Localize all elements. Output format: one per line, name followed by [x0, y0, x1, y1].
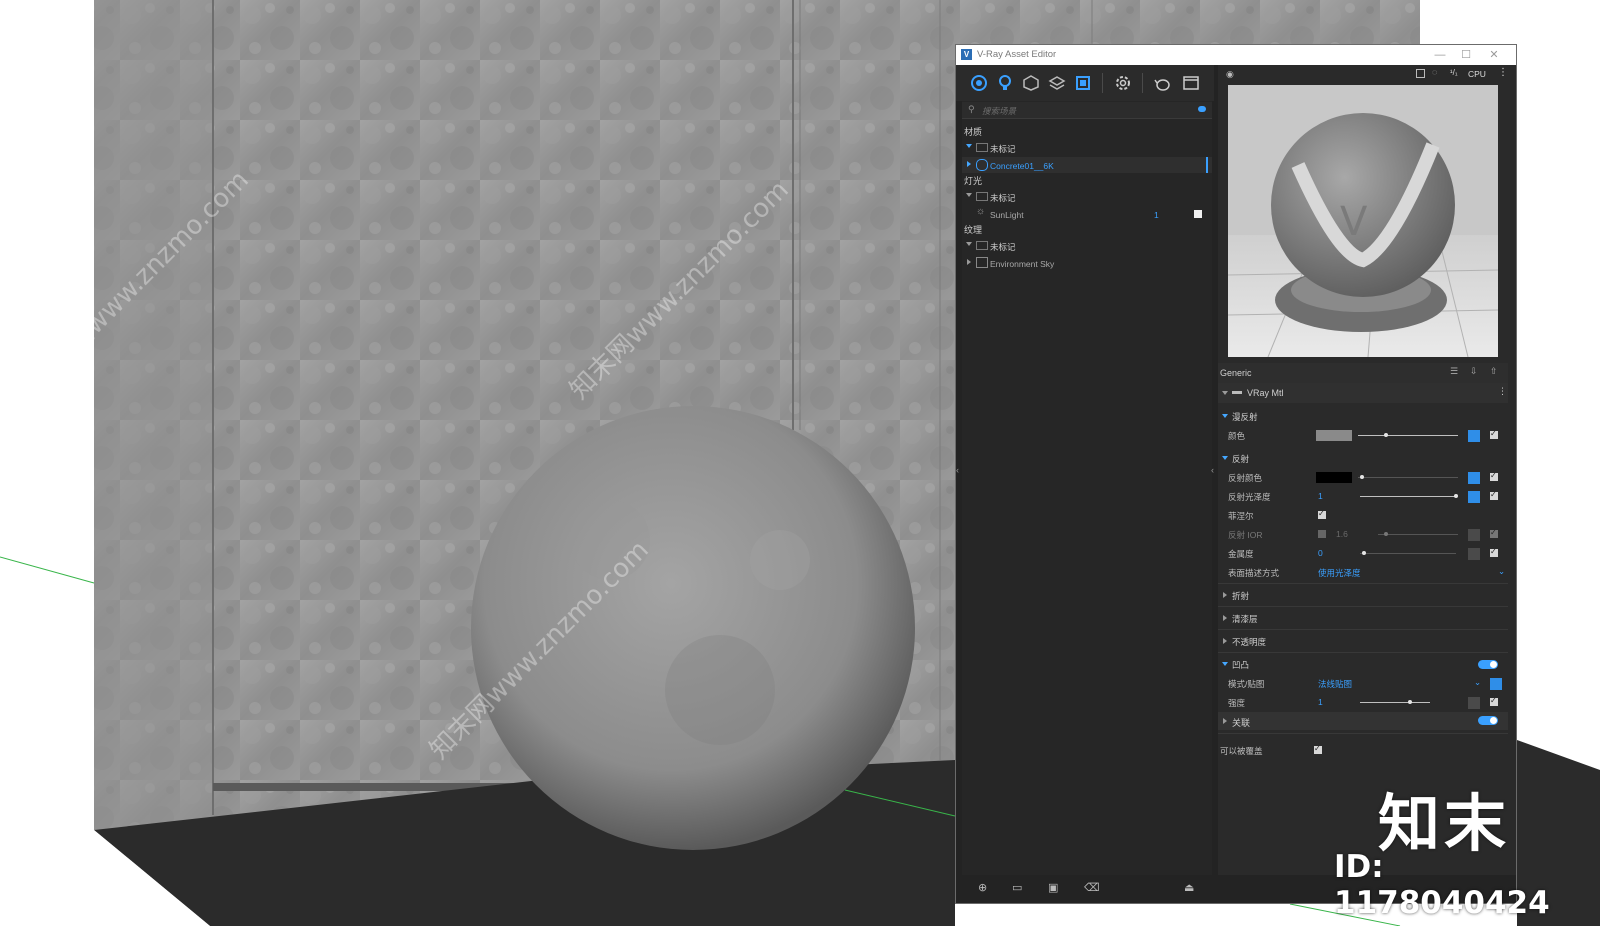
diffuse-color-swatch[interactable] [1316, 430, 1352, 441]
preview-toolbar: ◉ ◌ ¹/₁ CPU ⋮ [1218, 65, 1516, 85]
teapot-icon[interactable]: ◌ [1432, 67, 1437, 77]
geometry-icon[interactable] [1022, 74, 1040, 92]
add-asset-icon[interactable]: ⊕ [978, 881, 987, 894]
reflection-map-button[interactable] [1468, 472, 1480, 484]
chevron-down-icon[interactable]: ⌄ [1498, 566, 1505, 577]
search-field[interactable]: ⚲ 搜索场景 [962, 102, 1212, 119]
category-textures[interactable]: 纹理 [964, 223, 982, 236]
search-icon: ⚲ [968, 104, 975, 114]
fresnel-checkbox[interactable] [1318, 509, 1326, 519]
svg-text:V: V [1340, 199, 1368, 245]
lights-icon[interactable] [996, 74, 1014, 92]
binding-toggle[interactable] [1478, 716, 1498, 725]
engine-label[interactable]: CPU [1468, 69, 1486, 79]
materials-icon[interactable] [970, 74, 988, 92]
tree-item-environment-sky[interactable]: Environment Sky [962, 255, 1212, 271]
settings-gear-icon[interactable] [1114, 74, 1132, 92]
bump-toggle[interactable] [1478, 660, 1498, 669]
tag-icon [976, 241, 988, 250]
minimize-button[interactable]: — [1432, 47, 1448, 63]
purge-icon[interactable]: ⏏ [1184, 881, 1194, 894]
scene-outliner: ⚲ 搜索场景 材质 未标记 Concrete01__6K 灯光 未标记 ☼ Su… [962, 101, 1212, 875]
filter-toggle-icon[interactable] [1198, 106, 1206, 112]
layers-icon[interactable] [1048, 74, 1066, 92]
more-options-icon[interactable]: ⋮ [1498, 386, 1507, 397]
bump-section[interactable]: 凹凸 [1218, 655, 1508, 674]
bump-mode-row: 模式/贴图 法线贴图 ⌄ [1218, 674, 1508, 693]
reflection-ior-row: 反射 IOR 1.6 [1218, 525, 1508, 544]
material-properties-panel: ◉ ◌ ¹/₁ CPU ⋮ V Generic ☰ ⇩ ⇧ VRay Mtl ⋮… [1218, 65, 1516, 875]
vray-mtl-header[interactable]: VRay Mtl ⋮ [1218, 383, 1508, 403]
brdf-row: 表面描述方式 使用光泽度 ⌄ [1228, 566, 1506, 579]
diffuse-map-checkbox[interactable] [1490, 429, 1498, 439]
can-be-overridden-row: 可以被覆盖 [1218, 741, 1508, 760]
options-icon[interactable]: ☰ [1450, 366, 1458, 377]
tree-item-concrete[interactable]: Concrete01__6K [962, 157, 1212, 173]
diffuse-amount-slider[interactable] [1358, 435, 1458, 436]
chevron-down-icon[interactable]: ⌄ [1474, 677, 1481, 688]
override-checkbox[interactable] [1314, 744, 1322, 754]
tree-group-materials[interactable]: 未标记 [962, 140, 1212, 156]
watermark-id: ID: 1178040424 [1334, 849, 1550, 921]
export-icon[interactable]: ⇧ [1490, 366, 1498, 377]
light-count: 1 [1154, 210, 1159, 220]
resolution-icon[interactable]: ¹/₁ [1450, 68, 1458, 77]
search-placeholder: 搜索场景 [982, 106, 1017, 116]
metalness-row: 金属度 0 [1218, 544, 1508, 563]
light-enable-checkbox[interactable] [1194, 210, 1202, 218]
bump-map-button[interactable] [1490, 678, 1502, 690]
delete-icon[interactable]: ⌫ [1084, 881, 1100, 894]
tag-icon [976, 192, 988, 201]
save-icon[interactable]: ▣ [1048, 881, 1058, 894]
diffuse-map-button[interactable] [1468, 430, 1480, 442]
diffuse-color-row: 颜色 [1218, 426, 1508, 445]
close-button[interactable]: ✕ [1486, 47, 1502, 63]
opacity-section[interactable]: 不透明度 [1218, 632, 1508, 651]
import-icon[interactable]: ⇩ [1470, 366, 1478, 377]
collapse-left-icon[interactable]: ‹ [956, 465, 962, 485]
tag-icon [976, 143, 988, 152]
generic-header: Generic ☰ ⇩ ⇧ [1218, 363, 1508, 383]
brdf-dropdown[interactable]: 使用光泽度 [1318, 567, 1361, 579]
tree-group-lights[interactable]: 未标记 [962, 189, 1212, 205]
diffuse-section[interactable]: 漫反射 [1218, 407, 1508, 426]
title-bar: V V-Ray Asset Editor — ☐ ✕ [956, 45, 1516, 65]
category-materials[interactable]: 材质 [964, 125, 982, 138]
textures-icon[interactable] [1074, 74, 1092, 92]
binding-section[interactable]: 关联 [1218, 712, 1508, 730]
material-sphere-icon [976, 159, 988, 171]
vray-logo-icon: V [961, 49, 972, 60]
open-folder-icon[interactable]: ▭ [1012, 881, 1022, 894]
sun-icon: ☼ [976, 206, 986, 217]
tree-item-sunlight[interactable]: ☼ SunLight 1 [962, 206, 1212, 222]
frame-buffer-icon[interactable] [1182, 74, 1200, 92]
preview-eye-icon[interactable]: ◉ [1226, 69, 1234, 80]
fresnel-row: 菲涅尔 [1218, 506, 1508, 525]
more-options-icon[interactable]: ⋮ [1498, 67, 1508, 78]
refraction-section[interactable]: 折射 [1218, 586, 1508, 605]
reflection-section[interactable]: 反射 [1218, 449, 1508, 468]
asset-toolbar [956, 65, 1214, 101]
category-lights[interactable]: 灯光 [964, 174, 982, 187]
bump-mode-dropdown[interactable]: 法线贴图 [1318, 678, 1352, 690]
reflection-color-row: 反射颜色 [1218, 468, 1508, 487]
reflection-glossiness-row: 反射光泽度 1 [1218, 487, 1508, 506]
stop-icon[interactable] [1416, 69, 1425, 78]
material-preview: V [1228, 85, 1498, 357]
window-title: V-Ray Asset Editor [977, 49, 1057, 60]
coat-section[interactable]: 清漆层 [1218, 609, 1508, 628]
reflection-color-swatch[interactable] [1316, 472, 1352, 483]
texture-icon [976, 257, 988, 268]
maximize-button[interactable]: ☐ [1458, 47, 1474, 63]
render-teapot-icon[interactable] [1154, 74, 1172, 92]
bump-amount-row: 强度 1 [1218, 693, 1508, 712]
tree-group-textures[interactable]: 未标记 [962, 238, 1212, 254]
collapse-splitter-icon[interactable]: ‹ [1211, 465, 1217, 485]
